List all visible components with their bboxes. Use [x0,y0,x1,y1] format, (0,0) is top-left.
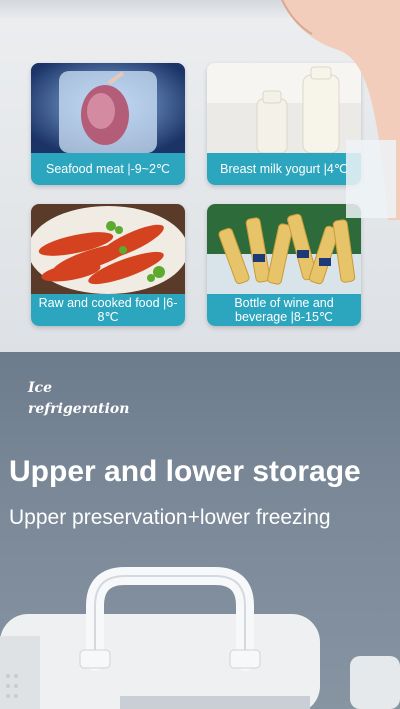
headline: Upper and lower storage [9,455,361,488]
ice-refrigeration-tag: Ice refrigeration [28,378,129,420]
fridge-image [0,567,400,709]
seafood-ice-image [31,63,185,155]
upper-section: Seafood meat |-9~2℃ Breast milk yogurt |… [0,0,400,352]
tag-line1: Ice [28,380,52,396]
tag-line2: refrigeration [28,401,130,417]
card-food: Raw and cooked food |6-8℃ [31,204,185,326]
subheadline: Upper preservation+lower freezing [9,506,331,529]
card-caption: Bottle of wine and beverage |8-15℃ [207,294,361,326]
card-caption: Raw and cooked food |6-8℃ [31,294,185,326]
card-caption: Seafood meat |-9~2℃ [31,153,185,185]
product-page: Seafood meat |-9~2℃ Breast milk yogurt |… [0,0,400,709]
card-seafood: Seafood meat |-9~2℃ [31,63,185,185]
cooked-food-image [31,204,185,296]
hand-image [281,0,400,220]
card-drinks: Bottle of wine and beverage |8-15℃ [207,204,361,326]
